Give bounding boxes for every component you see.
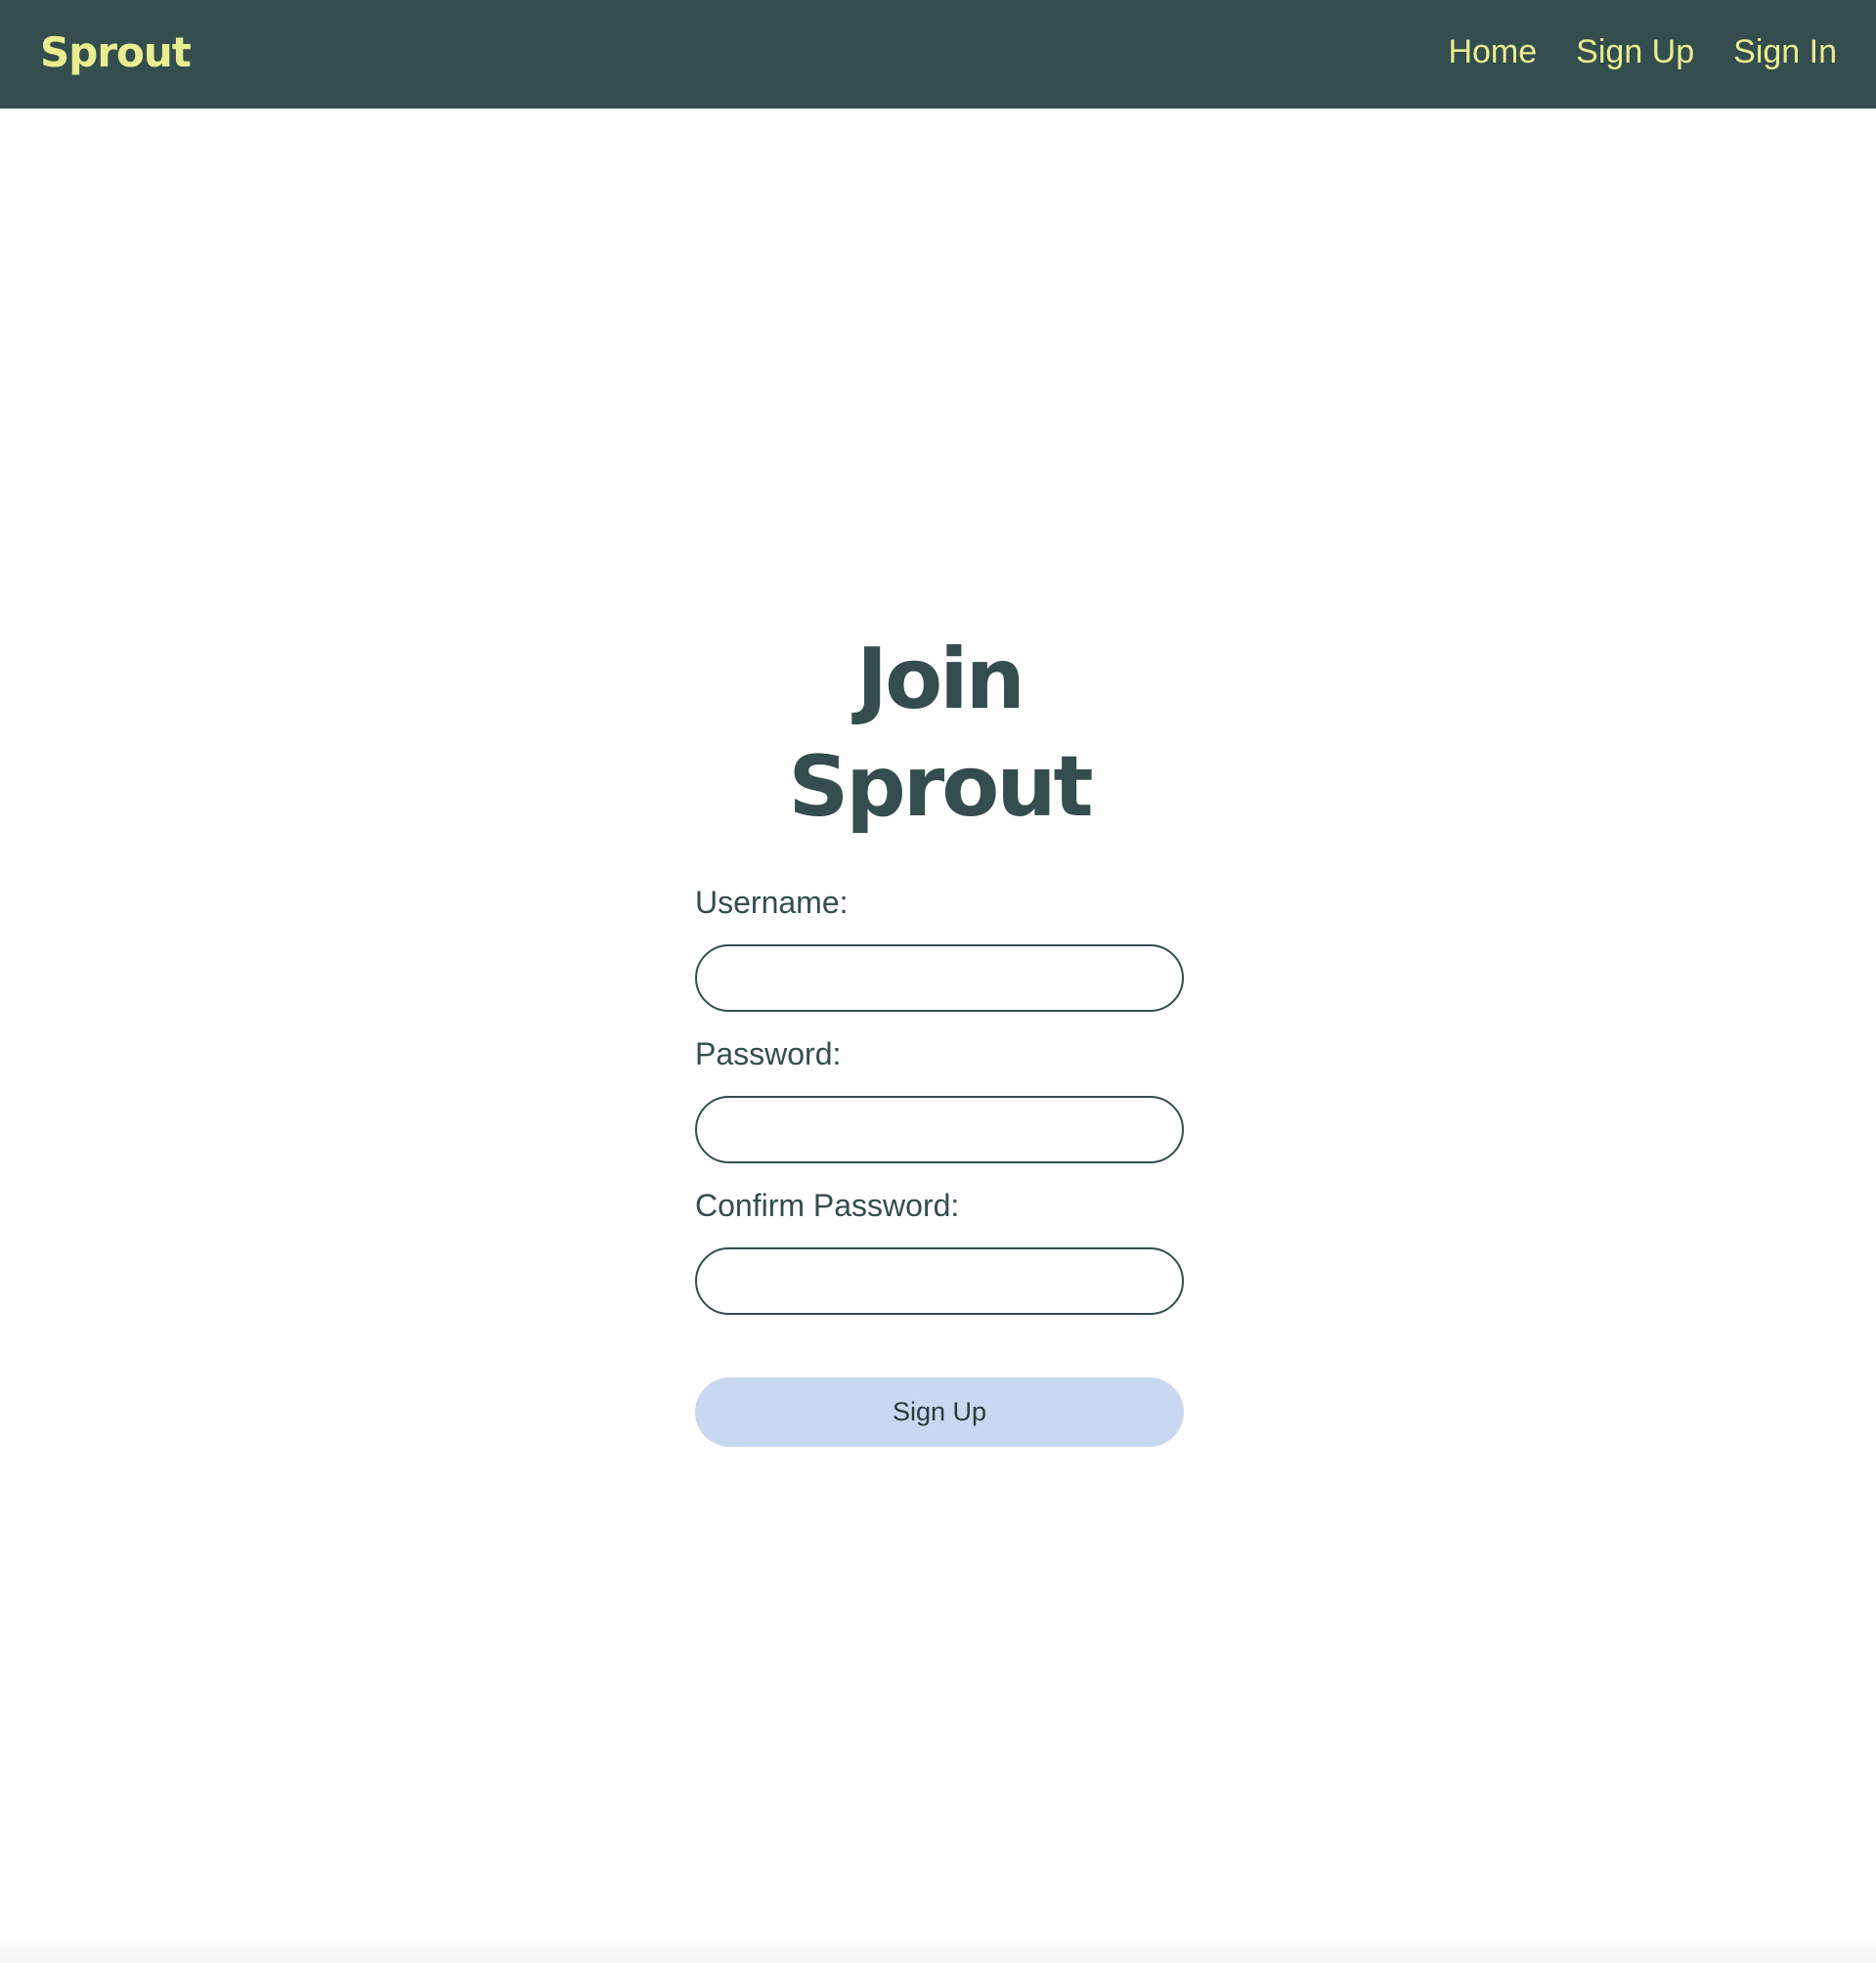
username-label: Username: (695, 885, 849, 920)
username-input[interactable] (695, 944, 1184, 1012)
brand-logo[interactable]: Sprout (40, 25, 192, 80)
confirm-password-label: Confirm Password: (695, 1188, 960, 1223)
signup-form: Username: Password: Confirm Password: Si… (695, 883, 1184, 1447)
nav-link-sign-up[interactable]: Sign Up (1576, 29, 1694, 74)
signup-form-container: Join Sprout Username: Password: Confirm … (695, 626, 1184, 1447)
nav-link-sign-in[interactable]: Sign In (1733, 29, 1837, 74)
nav-link-home[interactable]: Home (1448, 29, 1537, 74)
page-title: Join Sprout (788, 631, 1093, 836)
bottom-edge (0, 1934, 1876, 1963)
sign-up-button[interactable]: Sign Up (695, 1377, 1184, 1447)
top-navbar: Sprout Home Sign Up Sign In (0, 0, 1876, 109)
nav-links: Home Sign Up Sign In (1448, 29, 1837, 74)
password-label: Password: (695, 1036, 842, 1071)
confirm-password-input[interactable] (695, 1247, 1184, 1315)
password-input[interactable] (695, 1096, 1184, 1163)
